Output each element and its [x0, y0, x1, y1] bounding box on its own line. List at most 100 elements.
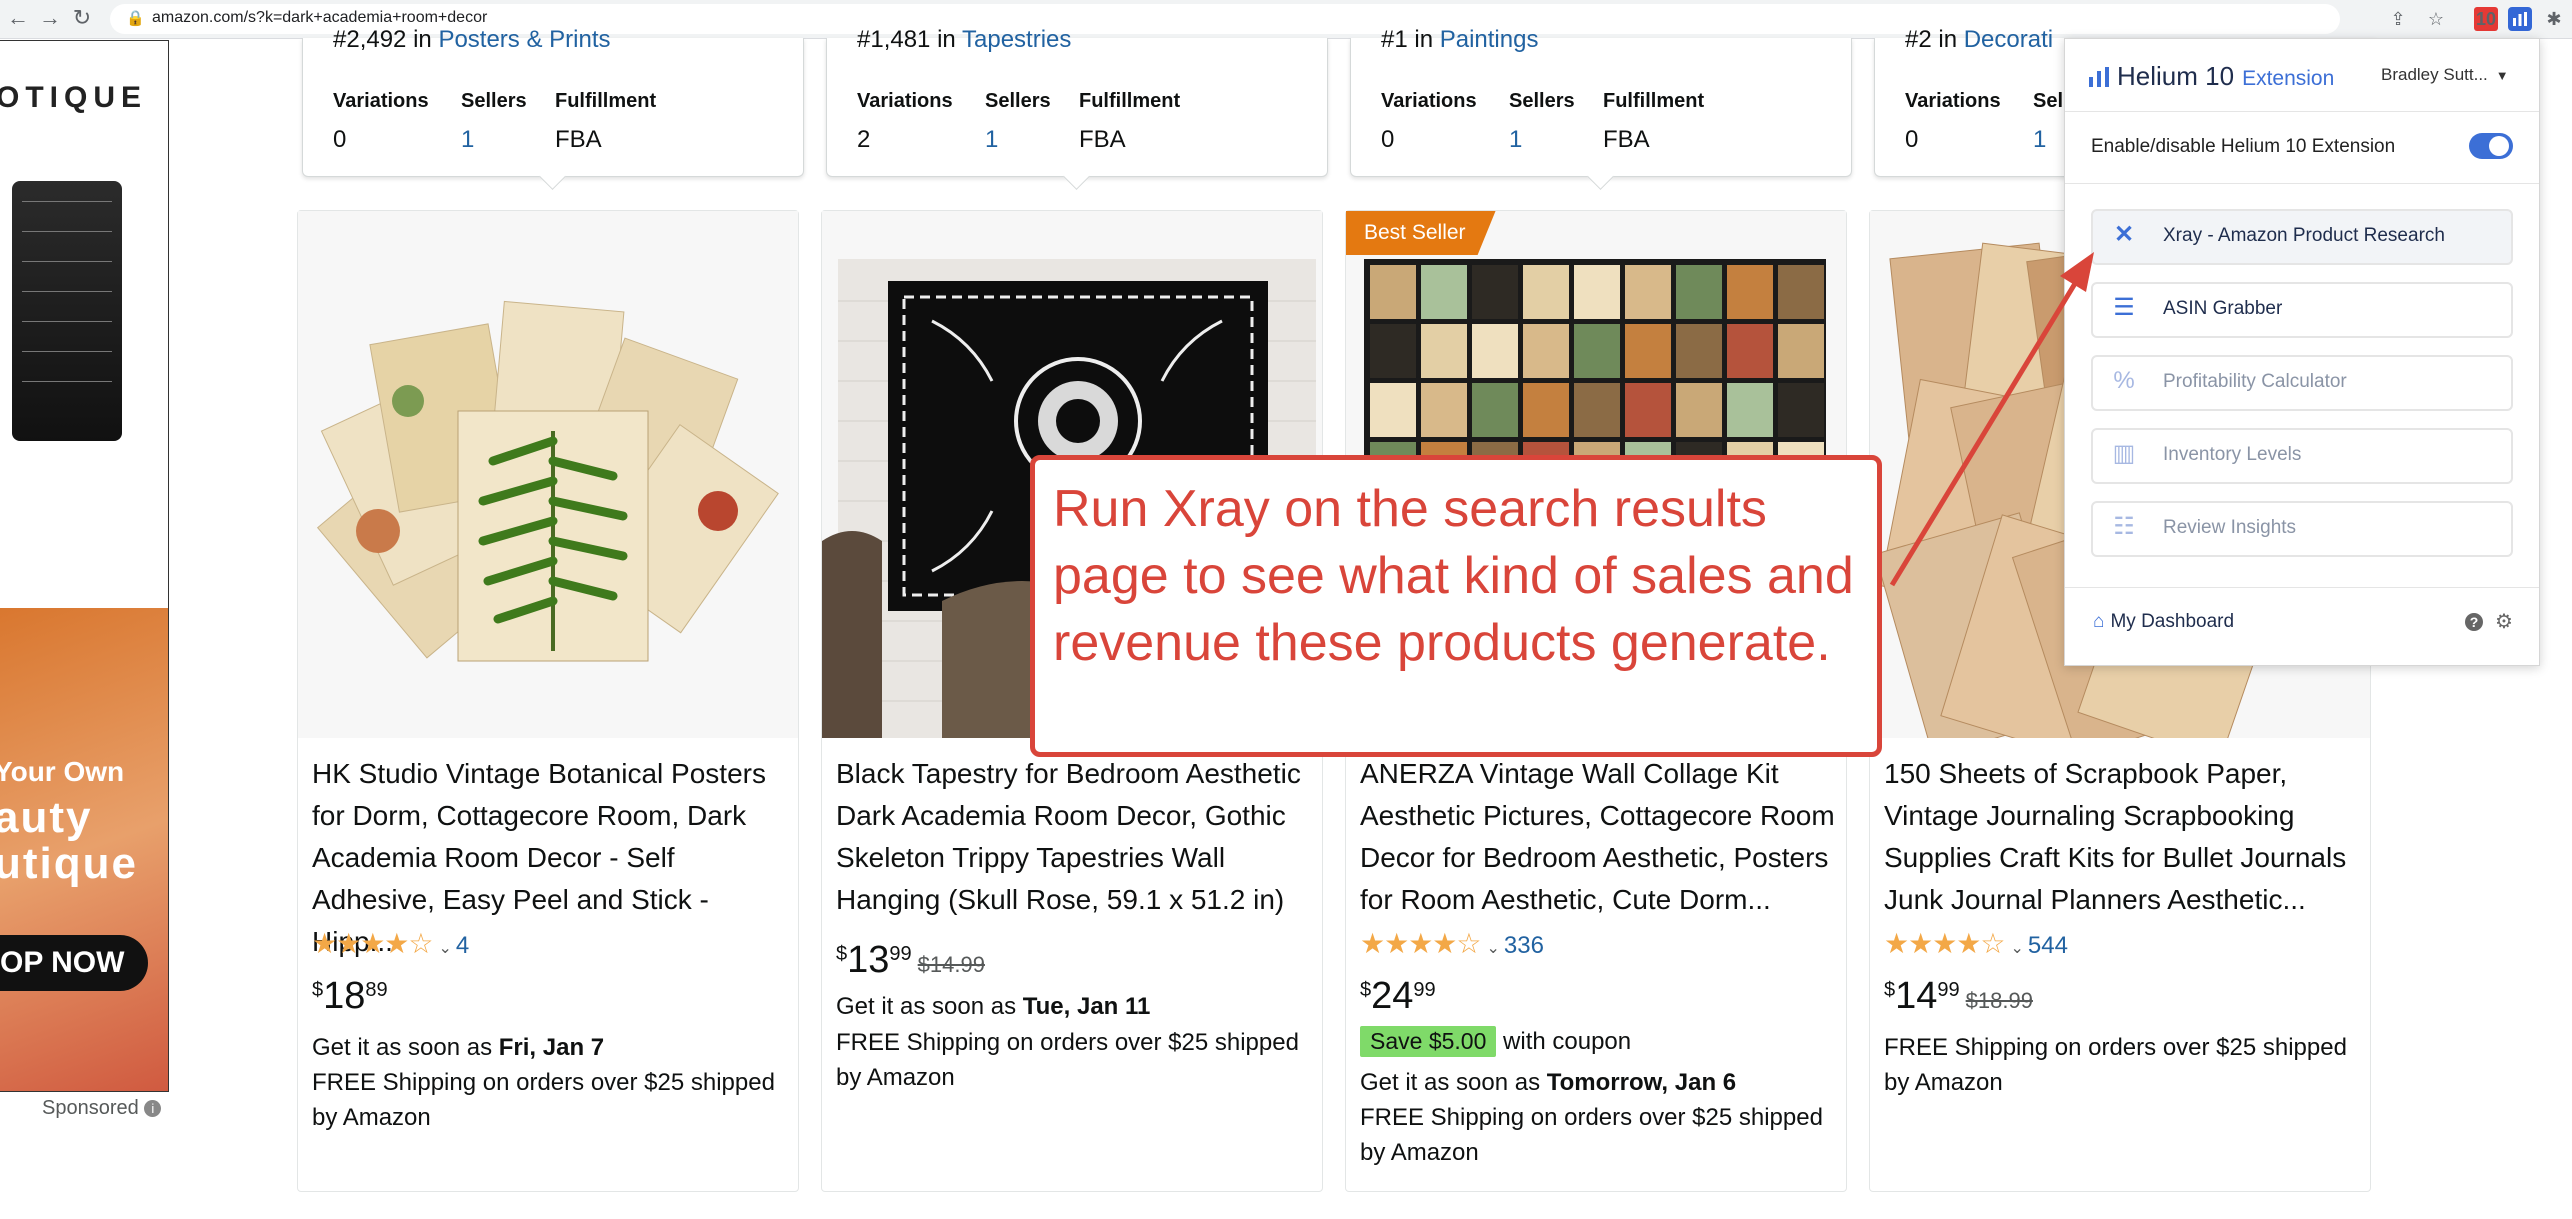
ad-line-3: utique — [0, 839, 138, 888]
best-seller-badge: Best Seller — [1346, 211, 1496, 255]
product-title-link[interactable]: ANERZA Vintage Wall Collage Kit Aestheti… — [1360, 753, 1840, 921]
helium10-brand: Helium 10 — [2117, 61, 2235, 91]
sellers-header: Sellers — [985, 90, 1051, 112]
collage-tile — [1421, 265, 1467, 319]
fulfillment-header: Fulfillment — [1603, 90, 1705, 112]
share-icon[interactable]: ⇪ — [2386, 7, 2410, 31]
bsr-category-link[interactable]: Tapestries — [962, 26, 1071, 53]
sliders-icon: ☷ — [2113, 513, 2135, 540]
shipping-line-2: by Amazon — [1360, 1139, 1479, 1166]
helium10-logo-icon — [2089, 67, 2109, 87]
ad-shop-now-button[interactable]: OP NOW — [0, 935, 148, 991]
collage-tile — [1676, 324, 1722, 378]
price-fraction: 99 — [1413, 979, 1436, 1001]
price[interactable]: $1399 $14.99 — [836, 939, 985, 982]
back-arrow-icon[interactable]: ← — [4, 4, 32, 32]
collage-tile — [1574, 383, 1620, 437]
bsr-rank: #1 in Paintings — [1381, 26, 1538, 54]
price[interactable]: $1499 $18.99 — [1884, 975, 2033, 1018]
helium10-extension-icon[interactable] — [2508, 7, 2532, 31]
price-whole: 24 — [1371, 975, 1414, 1017]
tool-xray[interactable]: ✕ Xray - Amazon Product Research — [2091, 209, 2513, 265]
bookmark-star-icon[interactable]: ☆ — [2424, 7, 2448, 31]
gear-icon[interactable]: ⚙ — [2495, 609, 2513, 634]
help-icon[interactable]: ? — [2465, 613, 2483, 631]
star-rating-icon[interactable]: ★★★★☆ — [1884, 928, 2006, 959]
product-image[interactable] — [298, 211, 798, 738]
tool-label: Review Insights — [2163, 517, 2297, 538]
info-icon[interactable]: i — [144, 1100, 162, 1118]
user-name: Bradley Sutt... — [2381, 65, 2488, 84]
sellers-link[interactable]: 1 — [1509, 126, 1522, 154]
collage-tile — [1421, 383, 1467, 437]
tool-inventory-levels[interactable]: ▥ Inventory Levels — [2091, 428, 2513, 484]
bsr-category-link[interactable]: Paintings — [1440, 26, 1539, 53]
sellers-header: Sellers — [1509, 90, 1575, 112]
list-price: $18.99 — [1965, 988, 2033, 1013]
dashboard-label: My Dashboard — [2110, 611, 2235, 632]
delivery-date: Tue, Jan 11 — [1022, 993, 1151, 1020]
sellers-link[interactable]: 1 — [985, 126, 998, 154]
lock-icon[interactable]: 🔒 — [126, 9, 145, 27]
toggle-knob — [2489, 136, 2509, 156]
rating-count-link[interactable]: 544 — [2028, 932, 2068, 959]
product-card[interactable]: HK Studio Vintage Botanical Posters for … — [297, 210, 799, 1192]
toggle-label: Enable/disable Helium 10 Extension — [2091, 136, 2396, 157]
annotation-callout: Run Xray on the search results page to s… — [1030, 455, 1882, 757]
divider — [2065, 587, 2539, 588]
collage-tile — [1523, 383, 1569, 437]
popover-pointer — [1063, 163, 1090, 190]
botanical-posters-image — [298, 211, 798, 738]
bsr-rank: #2 in Decorati — [1905, 26, 2053, 54]
collage-tile — [1523, 265, 1569, 319]
bsr-category-link[interactable]: Posters & Prints — [438, 26, 610, 53]
price-fraction: 89 — [365, 979, 388, 1001]
coupon-line: Save $5.00 with coupon — [1360, 1026, 1631, 1057]
xray-popover: #2,492 in Posters & Prints Variations Se… — [302, 26, 804, 190]
price-fraction: 99 — [889, 943, 912, 965]
rating-count-link[interactable]: 4 — [456, 932, 469, 959]
collage-tile — [1625, 324, 1671, 378]
star-rating-icon[interactable]: ★★★★☆ — [312, 928, 434, 959]
fulfillment-value: FBA — [1603, 126, 1650, 153]
tool-review-insights[interactable]: ☷ Review Insights — [2091, 501, 2513, 557]
chevron-down-icon[interactable]: ⌄ — [2011, 940, 2024, 957]
collage-tile — [1472, 324, 1518, 378]
reload-icon[interactable]: ↻ — [68, 4, 96, 32]
chevron-down-icon[interactable]: ⌄ — [439, 940, 452, 957]
chevron-down-icon[interactable]: ⌄ — [1487, 940, 1500, 957]
helium10-panel: Helium 10 Extension Bradley Sutt... ▼ Enab… — [2064, 38, 2540, 666]
x-icon: ✕ — [2113, 221, 2135, 248]
rating-count-link[interactable]: 336 — [1504, 932, 1544, 959]
collage-tile — [1370, 265, 1416, 319]
star-rating-icon[interactable]: ★★★★☆ — [1360, 928, 1482, 959]
collage-tile — [1676, 383, 1722, 437]
collage-tile — [1625, 383, 1671, 437]
bsr-category-link[interactable]: Decorati — [1964, 26, 2053, 53]
collage-tile — [1472, 383, 1518, 437]
divider — [2065, 183, 2539, 184]
sellers-link[interactable]: 1 — [461, 126, 474, 154]
price-whole: 13 — [847, 939, 890, 981]
variations-header: Variations — [1381, 90, 1477, 112]
sellers-link[interactable]: 1 — [2033, 126, 2046, 154]
ad-brand-text: OTIQUE — [0, 81, 148, 114]
url-text[interactable]: amazon.com/s?k=dark+academia+room+decor — [152, 9, 487, 27]
tool-profitability-calculator[interactable]: % Profitability Calculator — [2091, 355, 2513, 411]
shipping-line: FREE Shipping on orders over $25 shipped — [1884, 1034, 2347, 1061]
tool-asin-grabber[interactable]: ☰ ASIN Grabber — [2091, 282, 2513, 338]
price[interactable]: $2499 — [1360, 975, 1436, 1018]
extensions-puzzle-icon[interactable]: ✱ — [2542, 7, 2566, 31]
user-menu[interactable]: Bradley Sutt... ▼ — [2381, 65, 2509, 85]
product-title-link[interactable]: Black Tapestry for Bedroom Aesthetic Dar… — [836, 753, 1316, 921]
coupon-badge[interactable]: Save $5.00 — [1360, 1026, 1497, 1057]
price[interactable]: $1889 — [312, 975, 388, 1018]
product-title-link[interactable]: 150 Sheets of Scrapbook Paper, Vintage J… — [1884, 753, 2364, 921]
my-dashboard-link[interactable]: ⌂ My Dashboard — [2093, 611, 2234, 633]
delivery-prefix: Get it as soon as — [1360, 1069, 1547, 1096]
helium10-badge-icon[interactable]: 10 — [2474, 7, 2498, 31]
forward-arrow-icon[interactable]: → — [36, 4, 64, 32]
sponsored-ad-banner[interactable]: OTIQUE Your Own auty utique OP NOW — [0, 40, 169, 1092]
extension-toggle[interactable] — [2469, 133, 2513, 159]
shipping-line: FREE Shipping on orders over $25 shipped — [312, 1069, 775, 1096]
